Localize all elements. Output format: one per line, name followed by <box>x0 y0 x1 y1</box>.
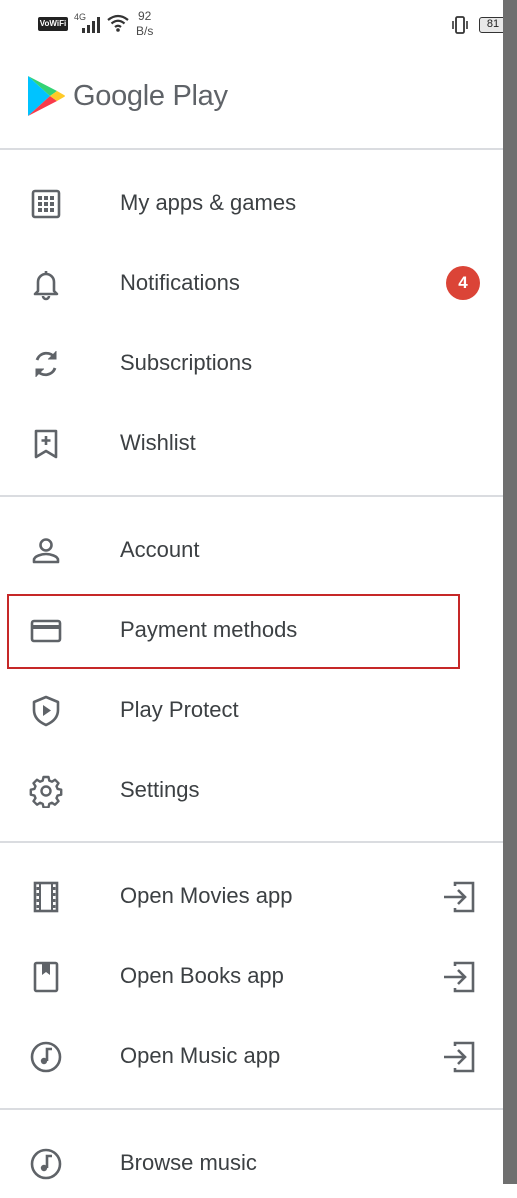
signal-icon <box>82 15 104 38</box>
person-icon <box>29 534 63 568</box>
menu-item-label: Subscriptions <box>120 350 253 375</box>
refresh-icon <box>29 347 63 381</box>
open-app-icon[interactable] <box>441 1040 477 1074</box>
menu-item-account[interactable]: Account <box>0 515 503 585</box>
menu-item-label: Wishlist <box>120 430 196 455</box>
menu-item-label: My apps & games <box>120 190 297 215</box>
divider <box>0 495 503 497</box>
vibrate-icon <box>450 16 470 39</box>
menu-item-settings[interactable]: Settings <box>0 755 503 825</box>
menu-item-label: Open Movies app <box>120 883 293 908</box>
menu-item-browse-music[interactable]: Browse music <box>0 1128 503 1198</box>
menu-item-play-protect[interactable]: Play Protect <box>0 675 503 745</box>
network-speed-value: 92 <box>137 9 152 23</box>
menu-item-label: Open Music app <box>120 1043 281 1068</box>
google-play-logo-icon <box>26 74 66 123</box>
divider <box>0 841 503 843</box>
brand-name: Google Play <box>73 80 228 112</box>
menu-item-open-movies-app[interactable]: Open Movies app <box>0 861 503 931</box>
menu-item-wishlist[interactable]: Wishlist <box>0 408 503 478</box>
menu-item-my-apps-games[interactable]: My apps & games <box>0 168 503 238</box>
menu-item-label: Account <box>120 537 200 562</box>
menu-item-label: Play Protect <box>120 697 239 722</box>
gear-icon <box>29 774 63 809</box>
music-note-icon <box>29 1040 63 1074</box>
notification-count-badge: 4 <box>446 266 480 300</box>
menu-item-open-books-app[interactable]: Open Books app <box>0 941 503 1011</box>
open-app-icon[interactable] <box>441 960 477 994</box>
menu-item-notifications[interactable]: Notifications 4 <box>0 248 503 318</box>
menu-item-subscriptions[interactable]: Subscriptions <box>0 328 503 398</box>
navigation-drawer: VoWiFi 4G 92 B/s 81 Google Play My apps … <box>0 0 507 1184</box>
bookmark-add-icon <box>29 427 63 461</box>
menu-item-label: Browse music <box>120 1150 257 1175</box>
shield-play-icon <box>29 694 63 728</box>
apps-grid-icon <box>29 187 63 221</box>
music-note-icon <box>29 1147 63 1181</box>
film-icon <box>29 880 63 914</box>
divider <box>0 148 503 150</box>
bell-icon <box>29 267 63 301</box>
menu-item-label: Settings <box>120 777 200 802</box>
menu-item-open-music-app[interactable]: Open Music app <box>0 1021 503 1091</box>
highlight-box <box>7 594 460 669</box>
divider <box>0 1108 503 1110</box>
vowifi-indicator: VoWiFi <box>38 17 68 31</box>
dimmed-background-scrim[interactable] <box>503 0 517 1184</box>
wifi-icon <box>107 14 129 37</box>
network-speed: 92 B/s <box>136 9 153 39</box>
book-icon <box>29 960 63 994</box>
network-speed-unit: B/s <box>136 24 154 38</box>
open-app-icon[interactable] <box>441 880 477 914</box>
menu-item-label: Notifications <box>120 270 240 295</box>
menu-item-label: Open Books app <box>120 963 284 988</box>
status-bar: VoWiFi 4G 92 B/s 81 <box>0 0 517 44</box>
